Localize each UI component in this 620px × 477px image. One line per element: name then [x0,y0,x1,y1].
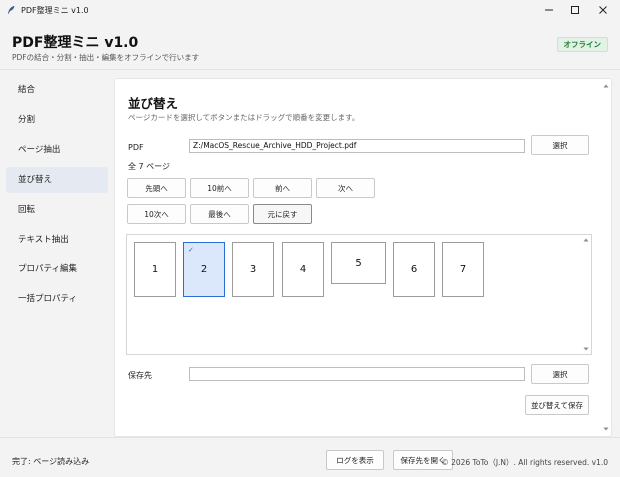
page-title: 並び替え [128,96,179,111]
scroll-down-icon [603,427,609,431]
status-bar: 完了: ページ読み込み ログを表示 保存先を開く © 2026 ToTo（J.N… [0,437,620,477]
sidebar-item-text-extract[interactable]: テキスト抽出 [6,227,108,253]
page-card[interactable]: 4 [282,242,324,297]
page-card-number: 3 [249,264,257,275]
scroll-up-icon [603,84,609,88]
sidebar-item-reorder[interactable]: 並び替え [6,167,108,193]
app-subtitle: PDFの結合・分割・抽出・編集をオフラインで行います [12,53,200,62]
title-bar: PDF整理ミニ v1.0 [0,0,620,20]
check-icon: ✓ [188,246,194,254]
move-next-button[interactable]: 次へ [316,178,375,198]
card-area-scrollbar[interactable] [581,235,591,354]
copyright-text: © 2026 ToTo（J.N）. All rights reserved. v… [441,458,608,467]
save-select-button[interactable]: 選択 [531,364,589,384]
move-first-button[interactable]: 先頭へ [127,178,186,198]
save-path-field[interactable] [189,367,525,381]
move-prev-button[interactable]: 前へ [253,178,312,198]
panel-scrollbar[interactable] [601,79,611,436]
pdf-path-field[interactable]: Z:/MacOS_Rescue_Archive_HDD_Project.pdf [189,139,525,153]
page-card-area[interactable]: 1 ✓ 2 3 4 5 6 7 [126,234,592,355]
move-next10-button[interactable]: 10次へ [127,204,186,224]
page-card-number: 4 [299,264,307,275]
page-card-number: 5 [355,257,362,269]
move-last-button[interactable]: 最後へ [190,204,249,224]
page-card-number: 2 [200,264,208,275]
page-card-number: 7 [459,264,467,275]
window-title: PDF整理ミニ v1.0 [21,5,89,15]
page-card[interactable]: 6 [393,242,435,297]
save-destination-label: 保存先 [128,371,152,380]
show-log-button[interactable]: ログを表示 [326,450,384,470]
page-card-number: 1 [151,264,159,275]
scroll-up-icon [583,238,589,242]
sidebar-item-rotate[interactable]: 回転 [6,197,108,223]
page-card[interactable]: 3 [232,242,274,297]
app-header: PDF整理ミニ v1.0 PDFの結合・分割・抽出・編集をオフラインで行います … [0,20,620,70]
move-prev10-button[interactable]: 10前へ [190,178,249,198]
page-card[interactable]: 1 [134,242,176,297]
pdf-select-button[interactable]: 選択 [531,135,589,155]
pdf-label: PDF [128,143,144,152]
app-title: PDF整理ミニ v1.0 [12,35,139,51]
sidebar-item-merge[interactable]: 結合 [6,77,108,103]
feather-app-icon [8,6,15,14]
reorder-panel: 並び替え ページカードを選択してボタンまたはドラッグで順番を変更します。 PDF… [114,78,612,437]
page-description: ページカードを選択してボタンまたはドラッグで順番を変更します。 [128,113,360,122]
sidebar-item-extract[interactable]: ページ抽出 [6,137,108,163]
page-card[interactable]: 7 [442,242,484,297]
reorder-save-button[interactable]: 並び替えて保存 [525,395,589,415]
page-count: 全 7 ページ [128,162,171,171]
close-button[interactable] [586,0,620,20]
status-text: 完了: ページ読み込み [12,457,90,466]
page-card[interactable]: 5 [331,242,386,284]
sidebar-item-batch-properties[interactable]: 一括プロパティ [6,286,108,312]
page-card-number: 6 [410,264,418,275]
sidebar-item-properties[interactable]: プロパティ編集 [6,256,108,282]
scroll-down-icon [583,347,589,351]
sidebar-item-split[interactable]: 分割 [6,107,108,133]
offline-badge: オフライン [556,37,608,52]
minimize-icon [545,9,553,11]
close-icon [599,6,607,14]
maximize-icon [571,6,579,14]
page-card-selected[interactable]: ✓ 2 [183,242,225,297]
sidebar: 結合 分割 ページ抽出 並び替え 回転 テキスト抽出 プロパティ編集 一括プロパ… [0,71,114,437]
reset-order-button[interactable]: 元に戻す [253,204,312,224]
